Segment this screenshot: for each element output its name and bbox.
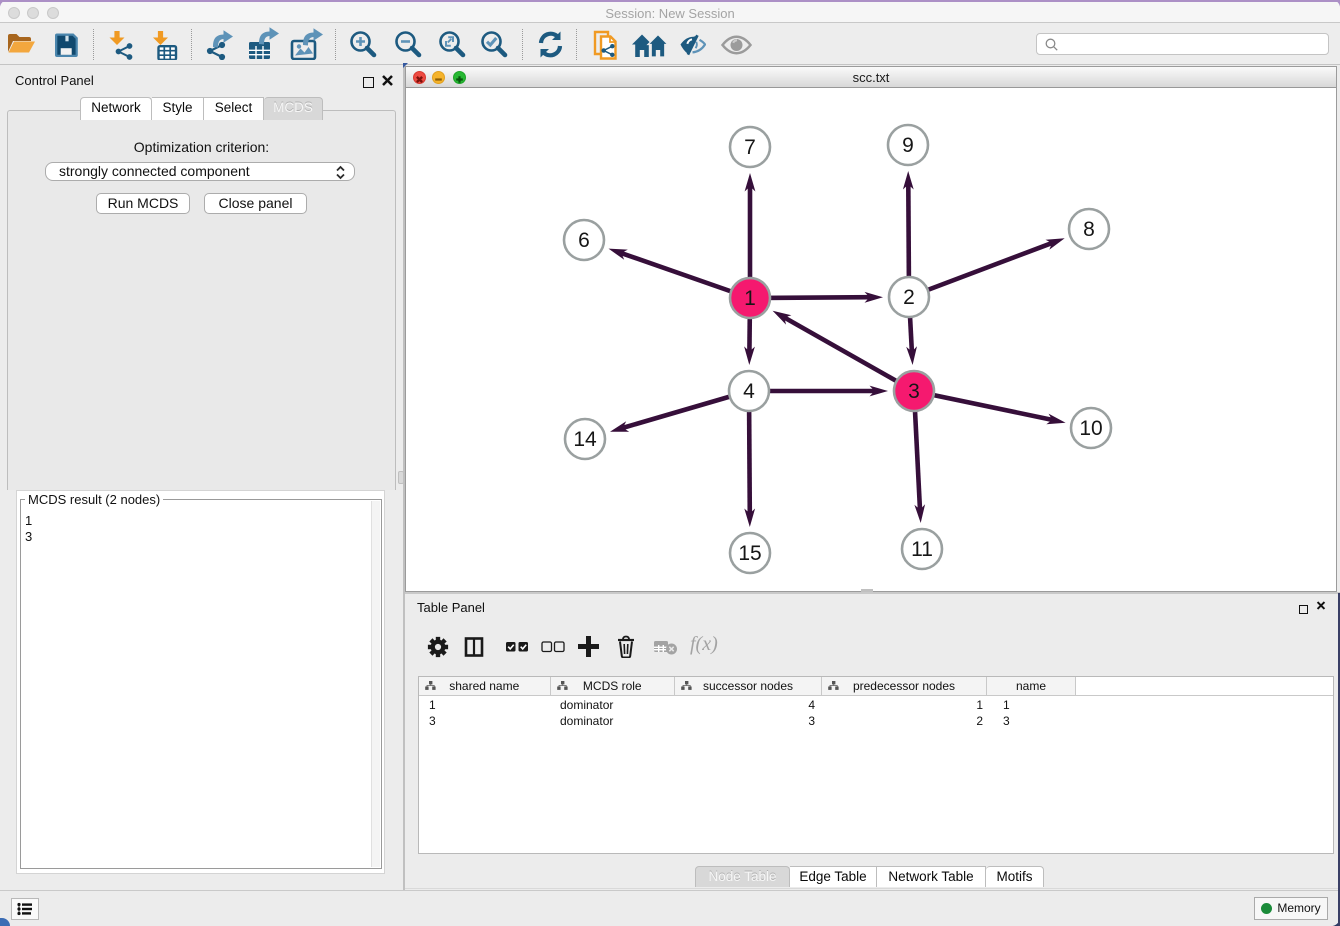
svg-text:15: 15 xyxy=(738,542,761,565)
svg-text:1: 1 xyxy=(744,287,756,310)
svg-text:3: 3 xyxy=(908,380,920,403)
svg-text:2: 2 xyxy=(903,286,915,309)
svg-text:4: 4 xyxy=(743,380,755,403)
svg-text:7: 7 xyxy=(744,136,756,159)
svg-text:6: 6 xyxy=(578,229,590,252)
svg-text:9: 9 xyxy=(902,134,914,157)
svg-text:8: 8 xyxy=(1083,218,1095,241)
svg-text:14: 14 xyxy=(573,428,597,451)
svg-text:10: 10 xyxy=(1079,417,1102,440)
svg-text:11: 11 xyxy=(911,538,933,561)
